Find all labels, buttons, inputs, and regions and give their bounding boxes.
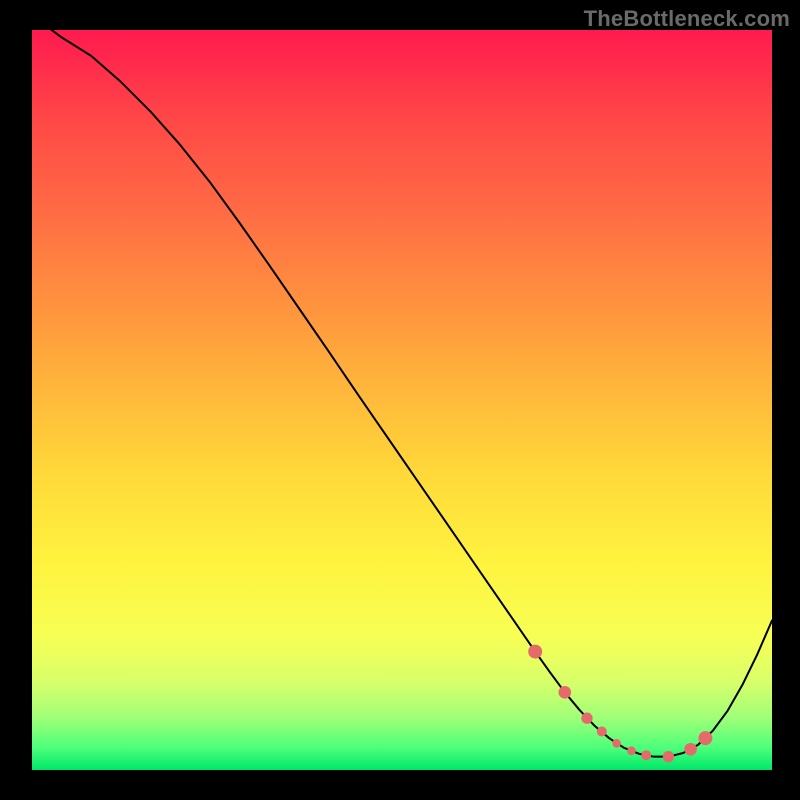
marker-dot <box>528 645 542 659</box>
marker-dot <box>641 750 651 760</box>
marker-dot <box>612 739 621 748</box>
watermark-text: TheBottleneck.com <box>584 6 790 32</box>
marker-dot <box>581 713 592 724</box>
marker-dot <box>684 743 697 756</box>
marker-dot <box>597 727 607 737</box>
plot-area <box>32 30 772 770</box>
marker-dot <box>558 686 571 699</box>
bottleneck-curve <box>32 30 772 757</box>
marker-dot <box>698 731 712 745</box>
optimal-markers <box>528 645 712 763</box>
chart-svg <box>32 30 772 770</box>
marker-dot <box>663 751 674 762</box>
marker-dot <box>627 746 636 755</box>
